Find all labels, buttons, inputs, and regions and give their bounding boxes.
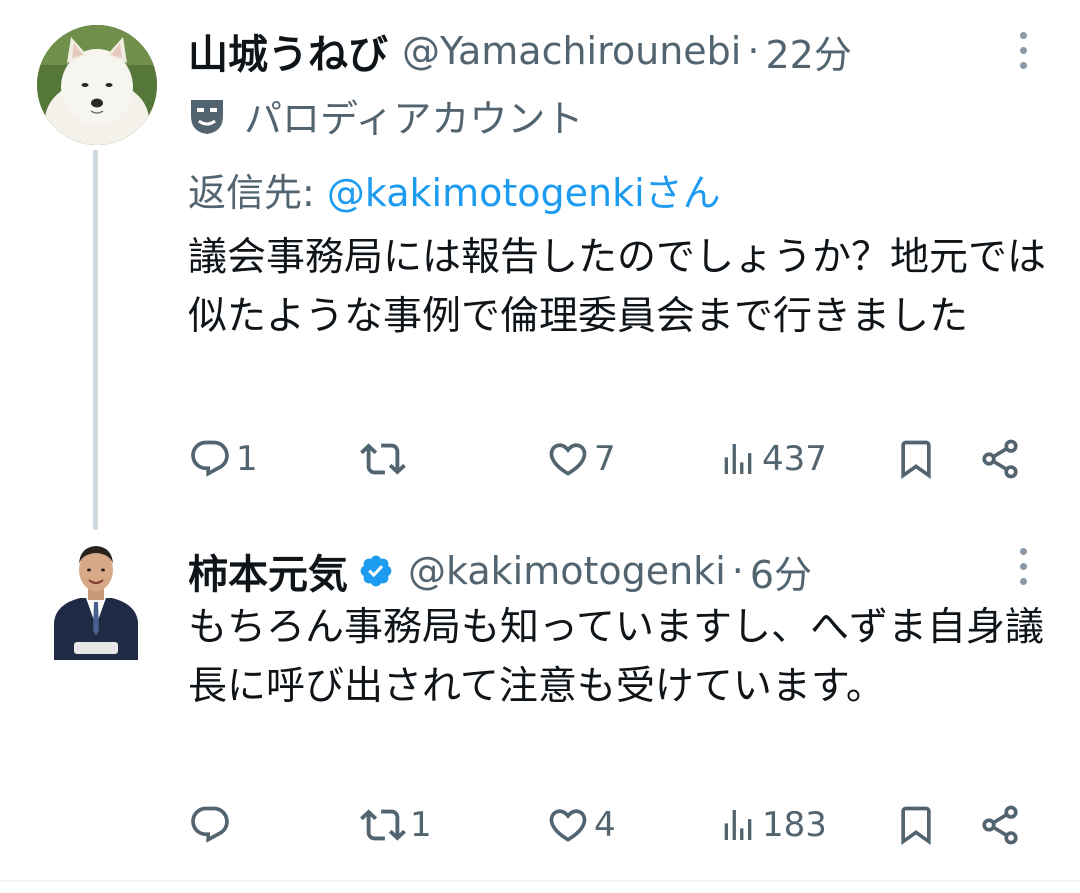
parody-label: パロディアカウント [188,88,583,143]
share-icon [982,439,1018,479]
share-button[interactable] [978,800,1022,850]
reply-count: 1 [236,439,258,479]
username-handle[interactable]: @kakimotogenki [408,549,726,593]
views-icon [724,810,752,840]
dog-avatar-image [37,25,157,145]
like-icon [549,809,587,842]
thread-connector-line [93,150,98,530]
bookmark-icon [901,806,931,846]
retweet-button[interactable] [360,434,410,484]
divider [0,880,1080,882]
tweet-text: もちろん事務局も知っていますし、へずま自身議長に呼び出されて注意も受けています。 [188,605,1045,709]
more-icon[interactable] [1018,32,1028,69]
tweet-header: 柿本元気 @kakimotogenki · 6分 [188,542,812,600]
share-icon [982,805,1018,845]
retweet-button[interactable]: 1 [360,800,432,850]
display-name[interactable]: 山城うねび [188,22,388,80]
reply-icon [191,806,229,843]
tweet-header: 山城うねび @Yamachirounebi · 22分 [188,22,852,80]
tweet-actions: 1 4 183 [188,800,1038,850]
reply-icon [191,440,229,477]
username-handle[interactable]: @Yamachirounebi [402,29,741,73]
like-button[interactable]: 4 [546,800,616,850]
avatar[interactable] [37,25,157,145]
views-button[interactable]: 183 [718,800,827,850]
bookmark-button[interactable] [894,434,938,484]
more-icon[interactable] [1018,548,1028,585]
views-icon [724,444,752,474]
views-count: 437 [762,439,827,479]
bookmark-icon [901,440,931,480]
reply-button[interactable]: 1 [188,434,258,484]
display-name[interactable]: 柿本元気 [188,542,348,600]
man-avatar-image [50,530,142,660]
reply-prefix: 返信先: [188,171,327,215]
like-icon [549,443,587,476]
parody-label-text: パロディアカウント [244,97,584,141]
separator-dot: · [747,29,760,73]
tweet-text: 議会事務局には報告したのでしょうか？地元では似たような事例で倫理委員会まで行きま… [188,235,1047,339]
share-button[interactable] [978,434,1022,484]
reply-suffix[interactable]: さん [645,171,721,215]
verified-badge-icon[interactable] [358,553,394,589]
timestamp[interactable]: 6分 [750,544,812,599]
reply-to-line: 返信先: @kakimotogenkiさん [188,162,721,217]
reply-button[interactable] [188,800,236,850]
parody-mask-icon [191,99,223,134]
bookmark-button[interactable] [894,800,938,850]
like-button[interactable]: 7 [546,434,616,484]
separator-dot: · [731,549,744,593]
retweet-icon [360,809,406,841]
retweet-icon [360,443,406,475]
tweet-actions: 1 7 437 [188,434,1038,484]
timestamp[interactable]: 22分 [765,24,851,79]
reply-handle-link[interactable]: @kakimotogenki [327,171,645,215]
avatar[interactable] [50,530,142,660]
like-count: 4 [594,805,616,845]
retweet-count: 1 [410,805,432,845]
like-count: 7 [594,439,616,479]
views-count: 183 [762,805,827,845]
views-button[interactable]: 437 [718,434,827,484]
